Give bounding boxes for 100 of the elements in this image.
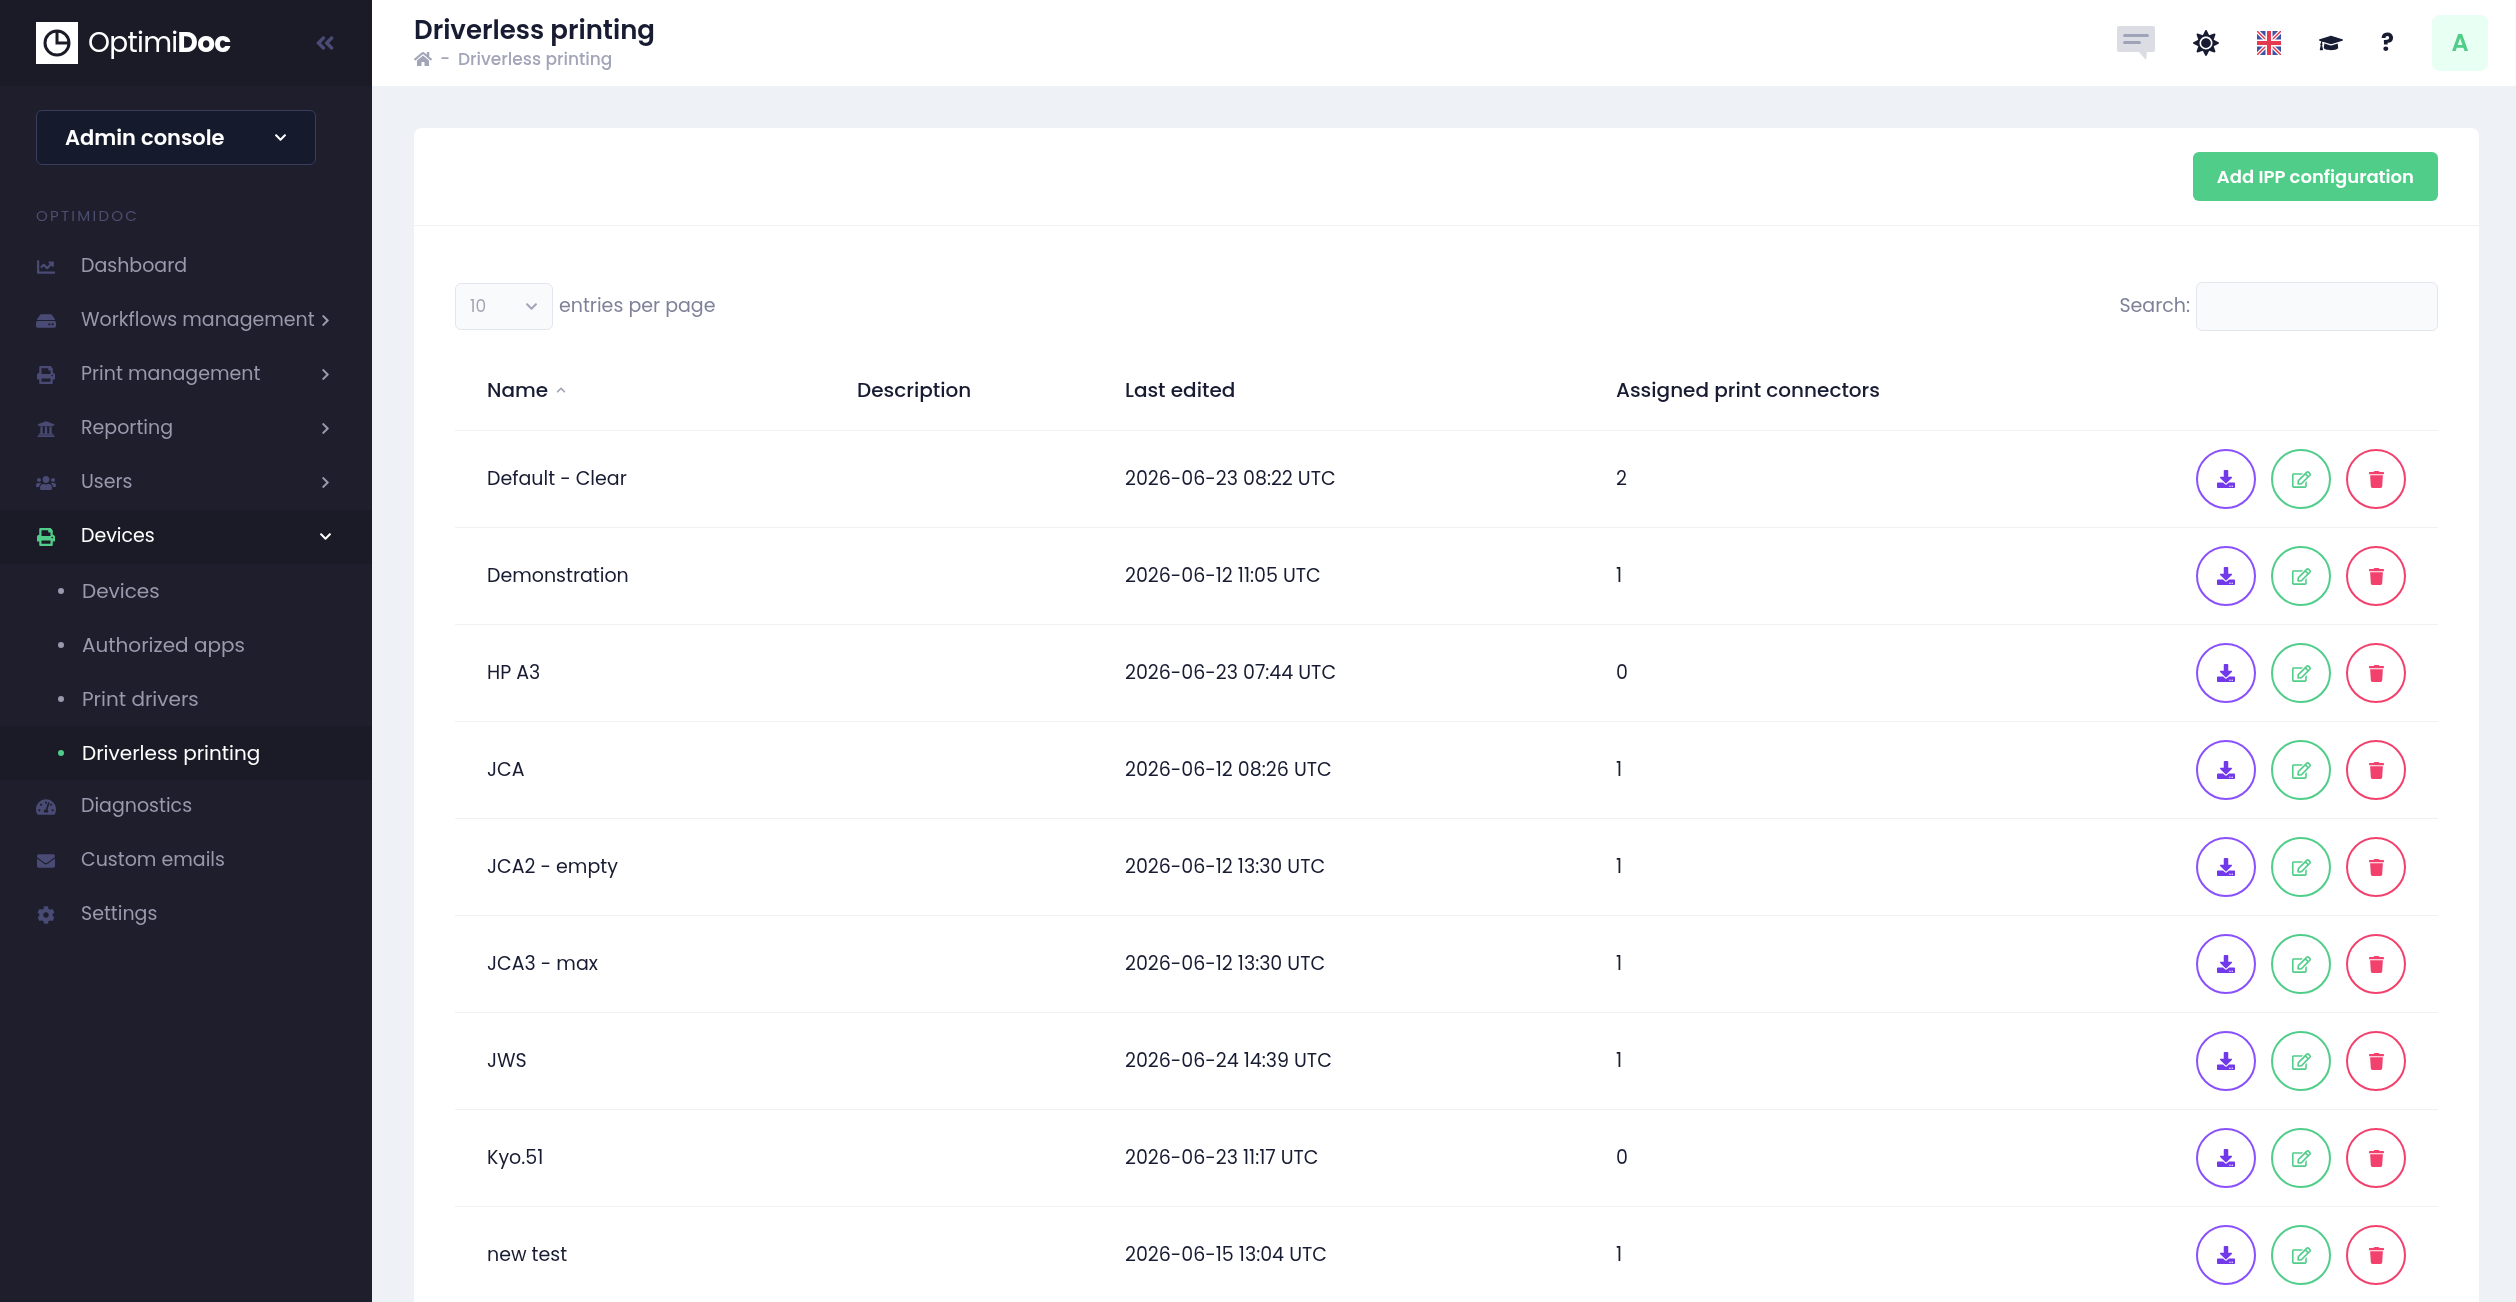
column-header[interactable]: Assigned print connectors [1616, 374, 1880, 405]
table-cell: 2026-06-12 11:05 UTC [1125, 561, 1321, 589]
nav-subitem[interactable]: Authorized apps [0, 617, 372, 672]
table-cell: JCA2 - empty [487, 852, 618, 880]
chat-icon[interactable] [2117, 26, 2156, 60]
envelope-icon [36, 851, 56, 870]
delete-button[interactable] [2346, 1225, 2406, 1285]
trash-icon [2367, 955, 2385, 973]
nav-item[interactable]: Diagnostics [0, 779, 372, 834]
table-cell: 1 [1616, 755, 1623, 783]
nav-item[interactable]: Settings [0, 887, 372, 942]
column-header[interactable]: Description [857, 374, 972, 405]
trash-icon [2367, 858, 2385, 876]
nav-item[interactable]: Devices [0, 509, 372, 564]
table-cell: JCA [487, 755, 525, 783]
delete-button[interactable] [2346, 643, 2406, 703]
download-button[interactable] [2196, 837, 2256, 897]
bank-icon [36, 419, 56, 438]
table-cell: JCA3 - max [487, 949, 598, 977]
console-dropdown[interactable]: Admin console [36, 110, 316, 165]
delete-button[interactable] [2346, 1128, 2406, 1188]
table-cell: 2026-06-24 14:39 UTC [1125, 1046, 1332, 1074]
download-icon [2217, 567, 2235, 585]
nav-item[interactable]: Print management [0, 347, 372, 402]
table-cell: JWS [487, 1046, 527, 1074]
download-icon [2217, 664, 2235, 682]
sun-icon[interactable] [2193, 30, 2220, 56]
nav-item[interactable]: Users [0, 455, 372, 510]
edit-button[interactable] [2271, 1225, 2331, 1285]
table-cell: 2026-06-12 08:26 UTC [1125, 755, 1332, 783]
download-icon [2217, 858, 2235, 876]
edit-button[interactable] [2271, 643, 2331, 703]
home-icon[interactable] [414, 50, 432, 69]
column-header[interactable]: Name [487, 374, 549, 405]
trash-icon [2367, 1052, 2385, 1070]
download-button[interactable] [2196, 740, 2256, 800]
table-cell: 2 [1616, 464, 1627, 492]
bullet-icon [58, 749, 64, 756]
download-icon [2217, 1052, 2235, 1070]
table-cell: 0 [1616, 1143, 1628, 1171]
table-cell: Demonstration [487, 561, 629, 589]
edit-icon [2291, 760, 2311, 780]
download-button[interactable] [2196, 449, 2256, 509]
table-cell: Default - Clear [487, 464, 627, 492]
nav-item[interactable]: Custom emails [0, 833, 372, 888]
chart-icon [36, 257, 56, 276]
edit-button[interactable] [2271, 934, 2331, 994]
delete-button[interactable] [2346, 546, 2406, 606]
nav-subitem[interactable]: Devices [0, 563, 372, 618]
table-cell: 0 [1616, 658, 1628, 686]
gear-icon [36, 905, 56, 924]
download-icon [2217, 761, 2235, 779]
nav-item[interactable]: Workflows management [0, 293, 372, 348]
breadcrumb-separator: - [440, 46, 450, 72]
nav-item[interactable]: Dashboard [0, 239, 372, 294]
nav-subitem[interactable]: Driverless printing [0, 725, 372, 780]
download-icon [2217, 470, 2235, 488]
column-header[interactable]: Last edited [1125, 374, 1236, 405]
edit-icon [2291, 1051, 2311, 1071]
delete-button[interactable] [2346, 934, 2406, 994]
edit-icon [2291, 857, 2311, 877]
edit-button[interactable] [2271, 1031, 2331, 1091]
delete-button[interactable] [2346, 1031, 2406, 1091]
page-title: Driverless printing [414, 14, 655, 47]
edit-icon [2291, 469, 2311, 489]
edit-button[interactable] [2271, 1128, 2331, 1188]
table-cell: 2026-06-12 13:30 UTC [1125, 949, 1326, 977]
edit-button[interactable] [2271, 837, 2331, 897]
delete-button[interactable] [2346, 837, 2406, 897]
download-button[interactable] [2196, 643, 2256, 703]
nav-item[interactable]: Reporting [0, 401, 372, 456]
table-cell: 2026-06-12 13:30 UTC [1125, 852, 1326, 880]
trash-icon [2367, 761, 2385, 779]
download-button[interactable] [2196, 1031, 2256, 1091]
table-cell: 2026-06-23 11:17 UTC [1125, 1143, 1319, 1171]
nav-subitem[interactable]: Print drivers [0, 671, 372, 726]
download-button[interactable] [2196, 1225, 2256, 1285]
delete-button[interactable] [2346, 449, 2406, 509]
edit-button[interactable] [2271, 546, 2331, 606]
download-button[interactable] [2196, 1128, 2256, 1188]
edit-button[interactable] [2271, 740, 2331, 800]
trash-icon [2367, 470, 2385, 488]
table-cell: 2026-06-23 08:22 UTC [1125, 464, 1336, 492]
edit-button[interactable] [2271, 449, 2331, 509]
breadcrumb-item: Driverless printing [457, 46, 613, 72]
download-button[interactable] [2196, 934, 2256, 994]
table-cell: 2026-06-23 07:44 UTC [1125, 658, 1337, 686]
chevron-down-icon [274, 131, 287, 144]
search-field[interactable] [2196, 282, 2438, 331]
section-label: OPTIMIDOC [36, 205, 141, 228]
bullet-icon [58, 587, 64, 594]
bullet-icon [58, 641, 64, 648]
download-button[interactable] [2196, 546, 2256, 606]
help-button[interactable]: ? [2381, 25, 2394, 61]
table-cell: 2026-06-15 13:04 UTC [1125, 1240, 1327, 1268]
download-icon [2217, 1149, 2235, 1167]
download-icon [2217, 955, 2235, 973]
uk-flag-icon[interactable] [2257, 31, 2282, 55]
delete-button[interactable] [2346, 740, 2406, 800]
search-label: Search: [2119, 292, 2190, 321]
